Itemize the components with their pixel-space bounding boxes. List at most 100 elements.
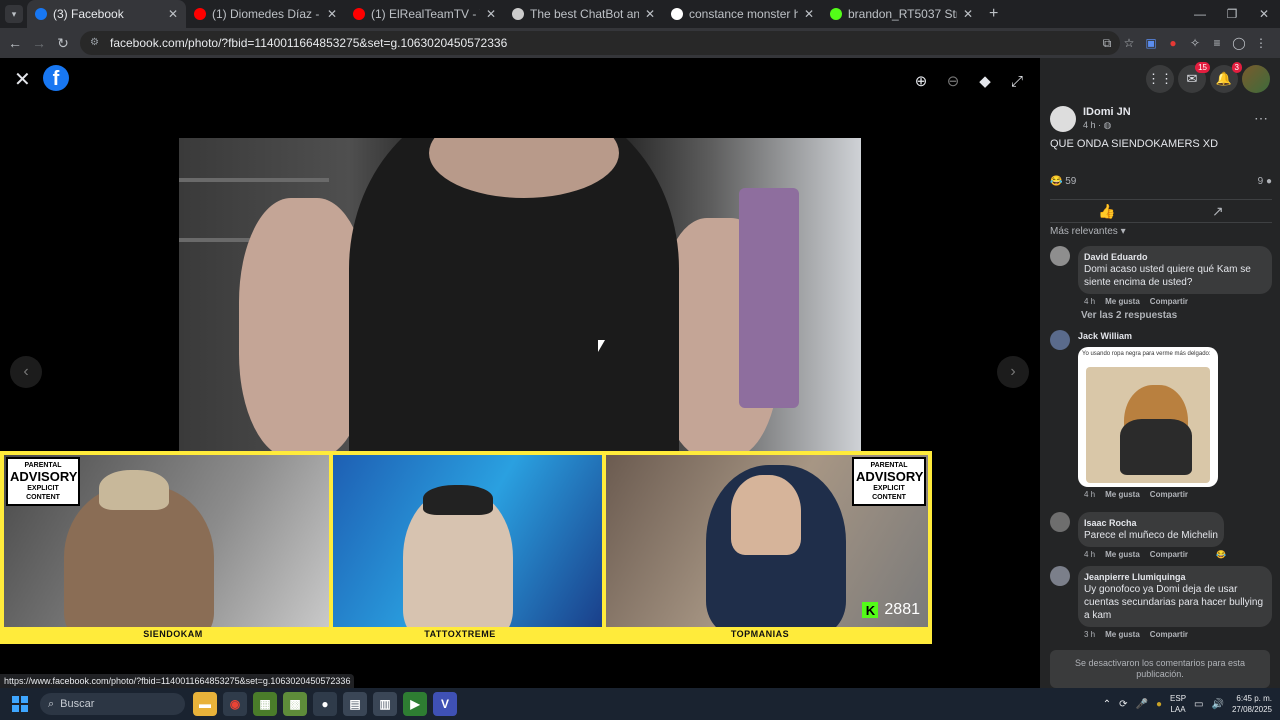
browser-tab[interactable]: (1) ElRealTeamTV - YouTube ✕ bbox=[345, 0, 504, 28]
tab-search-button[interactable]: ▾ bbox=[5, 5, 23, 23]
share-comment-link[interactable]: Compartir bbox=[1150, 297, 1188, 306]
tray-update-icon[interactable]: ● bbox=[1156, 699, 1162, 710]
start-button[interactable] bbox=[0, 696, 40, 712]
minimize-button[interactable]: — bbox=[1184, 0, 1216, 28]
install-icon[interactable]: ⧉ bbox=[1096, 32, 1118, 54]
messenger-icon[interactable]: ✉ 15 bbox=[1178, 62, 1210, 93]
vegas-app-icon[interactable]: V bbox=[433, 692, 457, 716]
language-indicator[interactable]: ESP LAA bbox=[1170, 693, 1186, 715]
comment-body: Jack William bbox=[1078, 330, 1272, 343]
minecraft-launcher-icon[interactable]: ▩ bbox=[283, 692, 307, 716]
file-explorer-icon[interactable]: ▬ bbox=[193, 692, 217, 716]
close-window-button[interactable]: ✕ bbox=[1248, 0, 1280, 28]
comment-meta: 4 h Me gusta Compartir bbox=[1084, 297, 1272, 306]
extensions-puzzle-icon[interactable]: ✧ bbox=[1184, 32, 1206, 54]
tab-close-icon[interactable]: ✕ bbox=[327, 7, 337, 21]
viewer-tools: ⊕ ⊖ ◆ ⤢ bbox=[908, 68, 1030, 94]
back-icon[interactable]: ← bbox=[3, 35, 27, 51]
tab-close-icon[interactable]: ✕ bbox=[963, 7, 973, 21]
restore-button[interactable]: ❐ bbox=[1216, 0, 1248, 28]
tag-icon[interactable]: ◆ bbox=[972, 68, 998, 94]
share-comment-link[interactable]: Compartir bbox=[1150, 630, 1188, 639]
browser-tab[interactable]: (1) Diomedes Díaz - Tu Cumpleaños ✕ bbox=[186, 0, 345, 28]
browser-tab[interactable]: The best ChatBot and Widgets ✕ bbox=[504, 0, 663, 28]
system-clock[interactable]: 6:45 p. m. 27/08/2025 bbox=[1232, 693, 1272, 715]
zoom-out-icon[interactable]: ⊖ bbox=[940, 68, 966, 94]
comment-sort-dropdown[interactable]: Más relevantes ▾ bbox=[1050, 226, 1126, 237]
like-thumb-icon[interactable]: 👍 bbox=[1098, 203, 1115, 220]
volume-icon[interactable]: 🔊 bbox=[1212, 699, 1224, 710]
site-info-icon[interactable]: ⚙ bbox=[90, 37, 102, 49]
close-viewer-icon[interactable]: ✕ bbox=[14, 67, 31, 92]
toolbar-icons: ⧉ ☆ ▣ ● ✧ ≡ ◯ ⋮ bbox=[1096, 32, 1272, 54]
fullscreen-icon[interactable]: ⤢ bbox=[1004, 68, 1030, 94]
commenter-name[interactable]: Jack William bbox=[1078, 330, 1272, 343]
haha-reaction-icon[interactable]: 😂 bbox=[1216, 550, 1226, 559]
profile-icon[interactable]: ◯ bbox=[1228, 32, 1250, 54]
chrome-icon[interactable]: ◉ bbox=[223, 692, 247, 716]
like-comment-link[interactable]: Me gusta bbox=[1105, 490, 1140, 499]
comment-bubble: Isaac Rocha Parece el muñeco de Michelin bbox=[1078, 512, 1224, 547]
new-tab-button[interactable]: + bbox=[989, 5, 998, 23]
facebook-logo-icon[interactable]: f bbox=[43, 65, 69, 91]
commenter-name[interactable]: David Eduardo bbox=[1084, 251, 1266, 263]
tab-close-icon[interactable]: ✕ bbox=[486, 7, 496, 21]
bookmark-star-icon[interactable]: ☆ bbox=[1118, 32, 1140, 54]
comment-time[interactable]: 3 h bbox=[1084, 630, 1095, 639]
taskbar-search[interactable]: ⌕ Buscar bbox=[40, 693, 185, 715]
zoom-in-icon[interactable]: ⊕ bbox=[908, 68, 934, 94]
share-comment-link[interactable]: Compartir bbox=[1150, 490, 1188, 499]
commenter-name[interactable]: Jeanpierre Llumiquinga bbox=[1084, 571, 1266, 583]
document-app-icon[interactable]: ▤ bbox=[343, 692, 367, 716]
like-comment-link[interactable]: Me gusta bbox=[1105, 630, 1140, 639]
reactions-count[interactable]: 😂 59 bbox=[1050, 176, 1076, 187]
like-comment-link[interactable]: Me gusta bbox=[1105, 297, 1140, 306]
account-avatar[interactable] bbox=[1242, 65, 1270, 93]
tab-close-icon[interactable]: ✕ bbox=[645, 7, 655, 21]
browser-tab[interactable]: brandon_RT5037 Stream - Watch ✕ bbox=[822, 0, 981, 28]
commenter-name[interactable]: Isaac Rocha bbox=[1084, 517, 1218, 529]
view-replies-link[interactable]: Ver las 2 respuestas bbox=[1081, 310, 1177, 321]
browser-menu-icon[interactable]: ⋮ bbox=[1250, 32, 1272, 54]
post-options-icon[interactable]: ⋯ bbox=[1254, 110, 1268, 127]
minecraft-icon[interactable]: ▦ bbox=[253, 692, 277, 716]
reload-icon[interactable]: ↻ bbox=[51, 35, 75, 52]
share-comment-link[interactable]: Compartir bbox=[1150, 550, 1188, 559]
comments-count[interactable]: 9 ● bbox=[1258, 176, 1272, 187]
commenter-avatar[interactable] bbox=[1050, 566, 1070, 586]
github-icon[interactable]: ● bbox=[313, 692, 337, 716]
translate-extension-icon[interactable]: ▣ bbox=[1140, 32, 1162, 54]
commenter-avatar[interactable] bbox=[1050, 512, 1070, 532]
like-comment-link[interactable]: Me gusta bbox=[1105, 550, 1140, 559]
tab-close-icon[interactable]: ✕ bbox=[804, 7, 814, 21]
comment-time[interactable]: 4 h bbox=[1084, 550, 1095, 559]
comment-time[interactable]: 4 h bbox=[1084, 297, 1095, 306]
menu-grid-icon[interactable]: ⋮⋮ bbox=[1146, 65, 1174, 93]
network-icon[interactable]: ▭ bbox=[1194, 699, 1203, 710]
tray-app-icon[interactable]: ⟳ bbox=[1119, 699, 1127, 710]
commenter-avatar[interactable] bbox=[1050, 246, 1070, 266]
browser-tab[interactable]: constance monster house - Bus ✕ bbox=[663, 0, 822, 28]
next-photo-button[interactable]: › bbox=[997, 356, 1029, 388]
tray-overflow-icon[interactable]: ⌃ bbox=[1103, 699, 1111, 710]
previous-photo-button[interactable]: ‹ bbox=[10, 356, 42, 388]
commenter-avatar[interactable] bbox=[1050, 330, 1070, 350]
notifications-bell-icon[interactable]: 🔔 3 bbox=[1210, 62, 1242, 93]
extension-red-icon[interactable]: ● bbox=[1162, 32, 1184, 54]
mouse-cursor-icon bbox=[598, 340, 605, 352]
browser-tab[interactable]: (3) Facebook ✕ bbox=[27, 0, 186, 28]
comment-time[interactable]: 4 h bbox=[1084, 490, 1095, 499]
tab-title: (1) ElRealTeamTV - YouTube bbox=[371, 7, 480, 21]
forward-icon[interactable]: → bbox=[27, 35, 51, 51]
comment-meme-image[interactable]: Yo usando ropa negra para verme más delg… bbox=[1078, 347, 1218, 487]
share-arrow-icon[interactable]: ↗ bbox=[1212, 203, 1224, 220]
url-field[interactable]: ⚙ facebook.com/photo/?fbid=1140011664853… bbox=[80, 31, 1120, 55]
post-time[interactable]: 4 h · bbox=[1083, 120, 1101, 130]
calculator-icon[interactable]: ▥ bbox=[373, 692, 397, 716]
author-avatar[interactable] bbox=[1050, 106, 1076, 132]
author-name[interactable]: IDomi JN bbox=[1083, 106, 1131, 118]
microphone-icon[interactable]: 🎤 bbox=[1136, 699, 1148, 710]
media-control-icon[interactable]: ≡ bbox=[1206, 32, 1228, 54]
streaming-app-icon[interactable]: ▶ bbox=[403, 692, 427, 716]
tab-close-icon[interactable]: ✕ bbox=[168, 7, 178, 21]
